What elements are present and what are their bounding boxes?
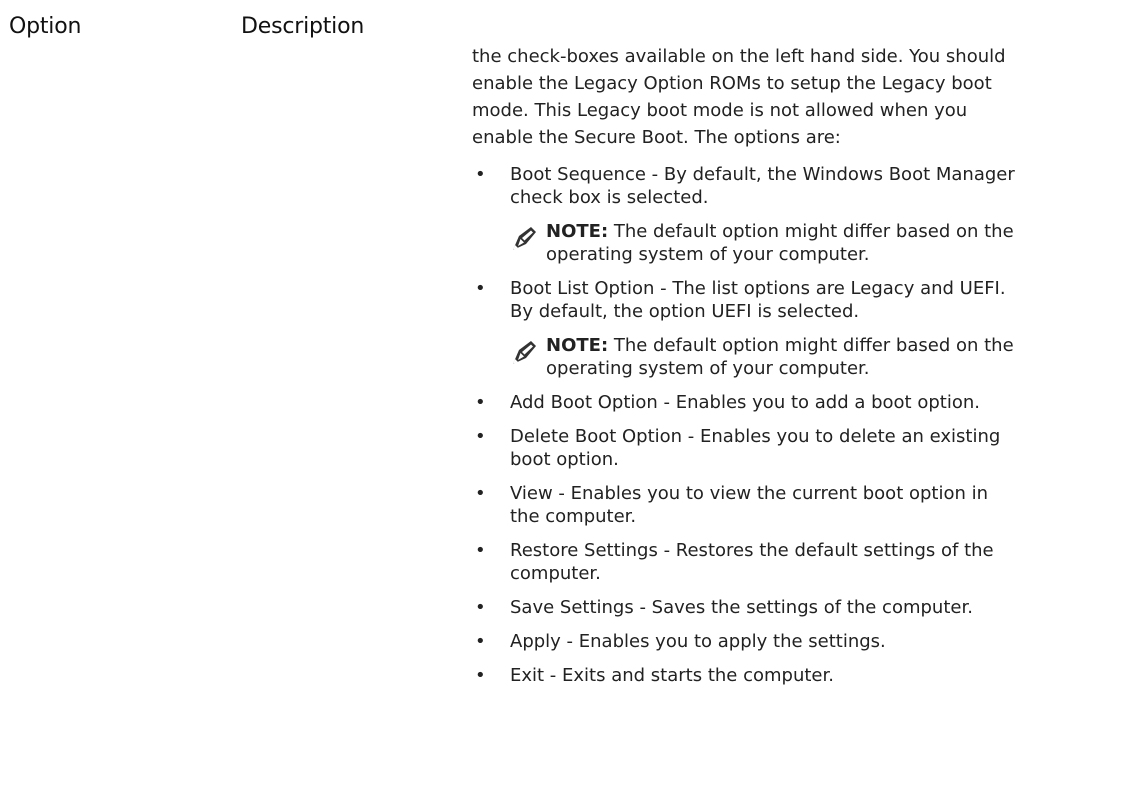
list-item-text: computer. bbox=[510, 563, 601, 584]
list-item: • Save Settings - Saves the settings of t… bbox=[472, 596, 1137, 619]
pencil-note-icon bbox=[513, 341, 536, 364]
bullet-icon: • bbox=[475, 631, 486, 652]
option-column-header: Option bbox=[9, 14, 82, 39]
bullet-icon: • bbox=[475, 164, 486, 185]
list-item-text: Exit - Exits and starts the computer. bbox=[510, 665, 834, 686]
note-callout: NOTE: The default option might differ ba… bbox=[510, 220, 1137, 266]
intro-line: enable the Secure Boot. The options are: bbox=[472, 127, 841, 148]
intro-line: mode. This Legacy boot mode is not allow… bbox=[472, 100, 968, 121]
note-line: NOTE: The default option might differ ba… bbox=[546, 220, 1137, 243]
list-item-text: the computer. bbox=[510, 506, 637, 527]
list-item-text: Boot List Option - The list options are … bbox=[510, 278, 1006, 299]
list-item-text: Apply - Enables you to apply the setting… bbox=[510, 631, 886, 652]
list-item: • Boot Sequence - By default, the Windows… bbox=[472, 163, 1137, 266]
bullet-icon: • bbox=[475, 540, 486, 561]
note-callout: NOTE: The default option might differ ba… bbox=[510, 334, 1137, 380]
note-line: NOTE: The default option might differ ba… bbox=[546, 334, 1137, 357]
intro-line: enable the Legacy Option ROMs to setup t… bbox=[472, 73, 992, 94]
list-item-text: Add Boot Option - Enables you to add a b… bbox=[510, 392, 980, 413]
note-text: operating system of your computer. bbox=[546, 244, 870, 265]
bullet-icon: • bbox=[475, 483, 486, 504]
bullet-icon: • bbox=[475, 278, 486, 299]
bullet-icon: • bbox=[475, 597, 486, 618]
list-item: • Restore Settings - Restores the default… bbox=[472, 539, 1137, 585]
pencil-note-icon bbox=[513, 227, 536, 250]
note-text: The default option might differ based on… bbox=[608, 221, 1014, 242]
list-item-text: boot option. bbox=[510, 449, 619, 470]
intro-line: the check-boxes available on the left ha… bbox=[472, 46, 1006, 67]
list-item-text: By default, the option UEFI is selected. bbox=[510, 301, 860, 322]
list-item-text: View - Enables you to view the current b… bbox=[510, 483, 989, 504]
list-item: • Add Boot Option - Enables you to add a … bbox=[472, 391, 1137, 414]
option-list: • Boot Sequence - By default, the Windows… bbox=[472, 163, 1137, 687]
description-content: the check-boxes available on the left ha… bbox=[472, 43, 1137, 698]
bullet-icon: • bbox=[475, 665, 486, 686]
note-label: NOTE: bbox=[546, 221, 609, 242]
list-item-text: Restore Settings - Restores the default … bbox=[510, 540, 994, 561]
list-item: • Boot List Option - The list options are… bbox=[472, 277, 1137, 380]
note-label: NOTE: bbox=[546, 335, 609, 356]
description-column-header: Description bbox=[241, 14, 365, 39]
list-item: • Apply - Enables you to apply the settin… bbox=[472, 630, 1137, 653]
list-item: • View - Enables you to view the current … bbox=[472, 482, 1137, 528]
list-item-text: check box is selected. bbox=[510, 187, 709, 208]
intro-paragraph: the check-boxes available on the left ha… bbox=[472, 43, 1137, 151]
note-text: operating system of your computer. bbox=[546, 358, 870, 379]
list-item-text: Delete Boot Option - Enables you to dele… bbox=[510, 426, 1001, 447]
list-item: • Delete Boot Option - Enables you to del… bbox=[472, 425, 1137, 471]
list-item-text: Save Settings - Saves the settings of th… bbox=[510, 597, 973, 618]
bullet-icon: • bbox=[475, 426, 486, 447]
bullet-icon: • bbox=[475, 392, 486, 413]
list-item: • Exit - Exits and starts the computer. bbox=[472, 664, 1137, 687]
list-item-text: Boot Sequence - By default, the Windows … bbox=[510, 164, 1015, 185]
note-text: The default option might differ based on… bbox=[608, 335, 1014, 356]
